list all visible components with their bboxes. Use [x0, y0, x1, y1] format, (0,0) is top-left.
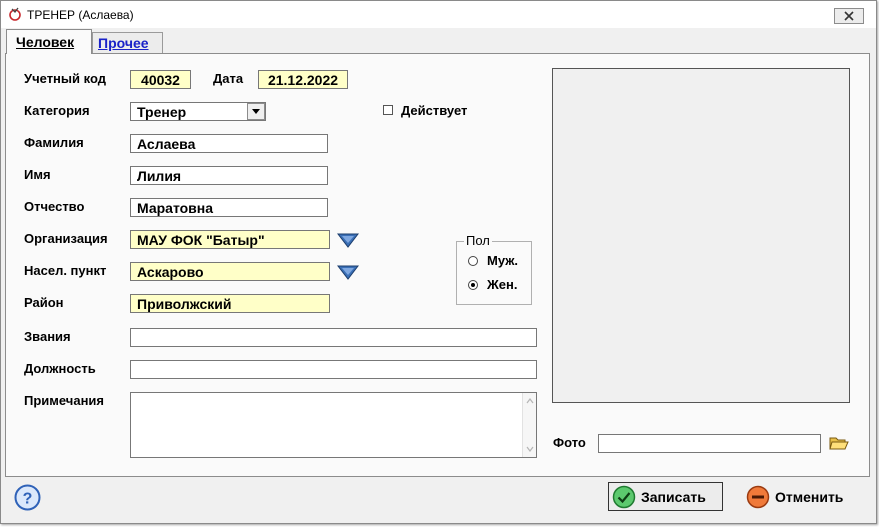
chevron-down-icon	[252, 109, 260, 114]
organization-lookup-icon[interactable]	[337, 231, 359, 249]
date-label: Дата	[213, 71, 244, 86]
tab-other-label: Прочее	[98, 35, 149, 51]
organization-label: Организация	[24, 231, 108, 246]
scroll-down-icon	[526, 446, 534, 452]
window-title: ТРЕНЕР (Аслаева)	[27, 8, 134, 22]
organization-field[interactable]: МАУ ФОК "Батыр"	[130, 230, 330, 249]
photo-path-field[interactable]	[598, 434, 821, 453]
minus-icon	[746, 485, 770, 509]
position-label: Должность	[24, 361, 96, 376]
check-icon	[612, 485, 636, 509]
photo-label: Фото	[553, 435, 586, 450]
locality-label: Насел. пункт	[24, 263, 107, 278]
account-code-label: Учетный код	[24, 71, 106, 86]
locality-field[interactable]: Аскарово	[130, 262, 330, 281]
notes-scrollbar[interactable]	[522, 393, 536, 457]
tab-other[interactable]: Прочее	[92, 32, 163, 53]
folder-icon[interactable]	[829, 434, 849, 452]
notes-textarea[interactable]	[130, 392, 537, 458]
gender-group-label: Пол	[464, 233, 492, 248]
scroll-up-icon	[526, 398, 534, 404]
category-label: Категория	[24, 103, 90, 118]
save-label: Записать	[641, 489, 706, 505]
category-dropdown-button[interactable]	[247, 103, 265, 120]
close-icon	[844, 11, 854, 21]
notes-label: Примечания	[24, 393, 105, 408]
patronymic-field[interactable]: Маратовна	[130, 198, 328, 217]
position-field[interactable]	[130, 360, 537, 379]
cancel-label: Отменить	[775, 489, 844, 505]
active-label: Действует	[401, 103, 468, 118]
gender-female-radio[interactable]	[468, 280, 478, 290]
gender-male-radio[interactable]	[468, 256, 478, 266]
tab-person[interactable]: Человек	[6, 29, 92, 54]
active-checkbox[interactable]	[383, 105, 393, 115]
name-field[interactable]: Лилия	[130, 166, 328, 185]
photo-box	[552, 68, 850, 403]
close-button[interactable]	[834, 8, 864, 24]
date-field[interactable]: 21.12.2022	[258, 70, 348, 89]
save-button[interactable]: Записать	[608, 482, 723, 511]
surname-label: Фамилия	[24, 135, 84, 150]
account-code-field[interactable]: 40032	[130, 70, 191, 89]
category-select[interactable]: Тренер	[130, 102, 266, 121]
surname-field[interactable]: Аслаева	[130, 134, 328, 153]
patronymic-label: Отчество	[24, 199, 85, 214]
tab-person-label: Человек	[16, 34, 75, 50]
gender-male-label: Муж.	[487, 253, 519, 268]
name-label: Имя	[24, 167, 51, 182]
gender-group	[456, 241, 532, 305]
district-label: Район	[24, 295, 64, 310]
trainer-window: ТРЕНЕР (Аслаева) Человек Прочее Учетный …	[0, 0, 877, 524]
gender-female-label: Жен.	[487, 277, 518, 292]
district-field[interactable]: Приволжский	[130, 294, 330, 313]
title-bar: ТРЕНЕР (Аслаева)	[1, 1, 876, 28]
titles-label: Звания	[24, 329, 71, 344]
app-icon	[9, 7, 21, 21]
cancel-button[interactable]: Отменить	[742, 482, 854, 511]
help-icon[interactable]: ?	[14, 484, 41, 511]
titles-field[interactable]	[130, 328, 537, 347]
svg-text:?: ?	[23, 491, 33, 508]
locality-lookup-icon[interactable]	[337, 263, 359, 281]
